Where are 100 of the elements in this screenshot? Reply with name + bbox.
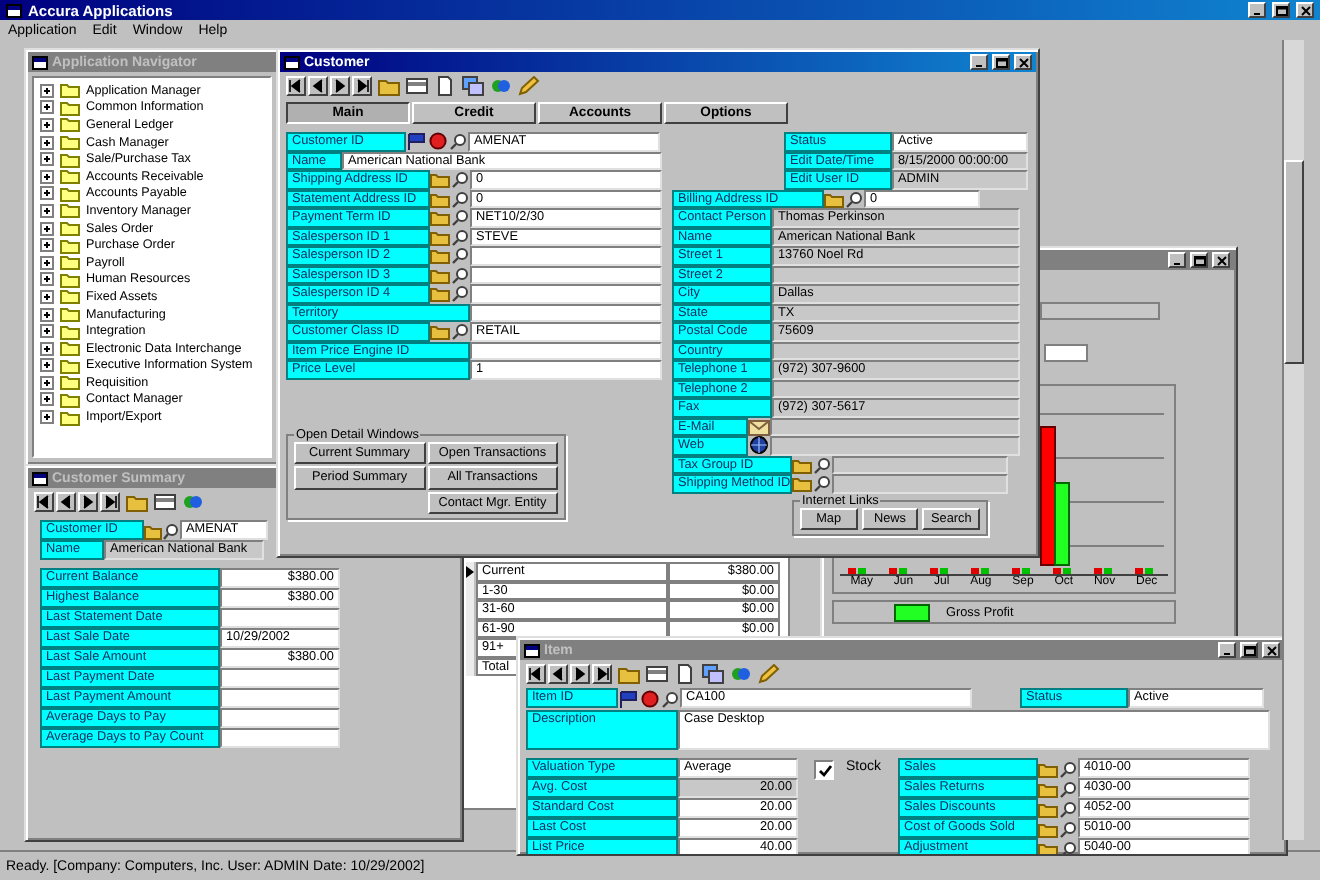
input-field[interactable] — [220, 688, 340, 708]
expand-icon[interactable] — [40, 358, 54, 373]
maximize-button[interactable] — [1240, 642, 1258, 658]
expand-icon[interactable] — [40, 375, 54, 390]
search-icon[interactable] — [450, 227, 470, 246]
expand-icon[interactable] — [40, 117, 54, 132]
search-icon[interactable] — [450, 265, 470, 284]
expand-icon[interactable] — [40, 341, 54, 356]
stop-icon[interactable] — [640, 689, 660, 707]
search-icon[interactable] — [812, 455, 832, 474]
input-field[interactable] — [770, 436, 1020, 455]
minimize-button[interactable] — [1168, 252, 1186, 268]
expand-icon[interactable] — [40, 289, 54, 304]
close-button[interactable] — [1296, 2, 1314, 18]
left-triangle-icon — [58, 494, 74, 510]
palette-icon[interactable] — [730, 664, 752, 684]
input-field[interactable] — [220, 608, 340, 628]
expand-icon[interactable] — [40, 169, 54, 184]
maximize-button[interactable] — [1272, 2, 1290, 18]
expand-icon[interactable] — [40, 203, 54, 218]
next-record-button[interactable] — [570, 664, 590, 684]
search-icon[interactable] — [450, 284, 470, 303]
expand-icon[interactable] — [40, 410, 54, 425]
maximize-button[interactable] — [992, 54, 1010, 70]
search-icon[interactable] — [1058, 839, 1078, 854]
skip-to-end-icon — [594, 666, 610, 682]
pencil-icon[interactable] — [758, 664, 780, 684]
input-field[interactable] — [470, 284, 662, 303]
search-icon[interactable] — [812, 474, 832, 493]
expand-icon[interactable] — [40, 255, 54, 270]
first-record-button[interactable] — [286, 76, 306, 96]
flag-icon[interactable] — [618, 689, 640, 707]
search-icon[interactable] — [1058, 759, 1078, 777]
page-icon[interactable] — [674, 664, 696, 684]
close-button[interactable] — [1262, 642, 1280, 658]
expand-icon[interactable] — [40, 221, 54, 236]
expand-icon[interactable] — [40, 324, 54, 339]
minimize-button[interactable] — [1218, 642, 1236, 658]
expand-icon[interactable] — [40, 186, 54, 201]
last-record-button[interactable] — [592, 664, 612, 684]
last-record-button[interactable] — [352, 76, 372, 96]
minimize-button[interactable] — [1248, 2, 1266, 18]
stop-icon[interactable] — [428, 132, 448, 151]
form-icon[interactable] — [406, 76, 428, 96]
input-field[interactable] — [832, 474, 1008, 493]
row-selector[interactable] — [466, 562, 476, 581]
search-icon[interactable] — [162, 521, 180, 539]
globe-icon[interactable] — [748, 436, 770, 455]
input-field[interactable] — [220, 708, 340, 728]
last-record-button[interactable] — [100, 492, 120, 512]
left-triangle-icon — [550, 666, 566, 682]
next-record-button[interactable] — [78, 492, 98, 512]
search-icon[interactable] — [450, 246, 470, 265]
previous-record-button[interactable] — [308, 76, 328, 96]
search-icon[interactable] — [1058, 799, 1078, 817]
input-field[interactable] — [470, 246, 662, 265]
input-field[interactable] — [1040, 302, 1160, 320]
flag-icon[interactable] — [406, 132, 428, 151]
form-icon[interactable] — [154, 492, 176, 512]
expand-icon[interactable] — [40, 100, 54, 115]
first-record-button[interactable] — [526, 664, 546, 684]
next-record-button[interactable] — [330, 76, 350, 96]
search-icon[interactable] — [450, 170, 470, 189]
right-triangle-icon — [80, 494, 96, 510]
input-field[interactable] — [220, 728, 340, 748]
pictures-icon[interactable] — [702, 664, 724, 684]
input-field[interactable] — [220, 668, 340, 688]
search-icon[interactable] — [660, 689, 680, 707]
close-button[interactable] — [1014, 54, 1032, 70]
close-button[interactable] — [1212, 252, 1230, 268]
maximize-button[interactable] — [1190, 252, 1208, 268]
pencil-icon[interactable] — [518, 76, 540, 96]
search-icon[interactable] — [1058, 819, 1078, 837]
first-record-button[interactable] — [34, 492, 54, 512]
expand-icon[interactable] — [40, 135, 54, 150]
expand-icon[interactable] — [40, 83, 54, 98]
envelope-icon[interactable] — [748, 417, 770, 436]
pictures-icon[interactable] — [462, 76, 484, 96]
search-icon[interactable] — [844, 189, 864, 208]
scrollbar[interactable] — [1282, 40, 1304, 840]
expand-icon[interactable] — [40, 238, 54, 253]
skip-to-end-icon — [354, 78, 370, 94]
search-icon[interactable] — [450, 189, 470, 208]
search-icon[interactable] — [450, 208, 470, 227]
previous-record-button[interactable] — [548, 664, 568, 684]
search-icon[interactable] — [450, 322, 470, 341]
page-icon[interactable] — [434, 76, 456, 96]
previous-record-button[interactable] — [56, 492, 76, 512]
legend-swatch — [894, 603, 930, 621]
input-field[interactable] — [1044, 344, 1088, 362]
form-icon[interactable] — [646, 664, 668, 684]
search-icon[interactable] — [448, 132, 468, 151]
stock-checkbox[interactable] — [814, 760, 834, 780]
expand-icon[interactable] — [40, 152, 54, 167]
expand-icon[interactable] — [40, 392, 54, 407]
palette-icon[interactable] — [490, 76, 512, 96]
expand-icon[interactable] — [40, 272, 54, 287]
minimize-button[interactable] — [970, 54, 988, 70]
expand-icon[interactable] — [40, 307, 54, 322]
search-icon[interactable] — [1058, 779, 1078, 797]
